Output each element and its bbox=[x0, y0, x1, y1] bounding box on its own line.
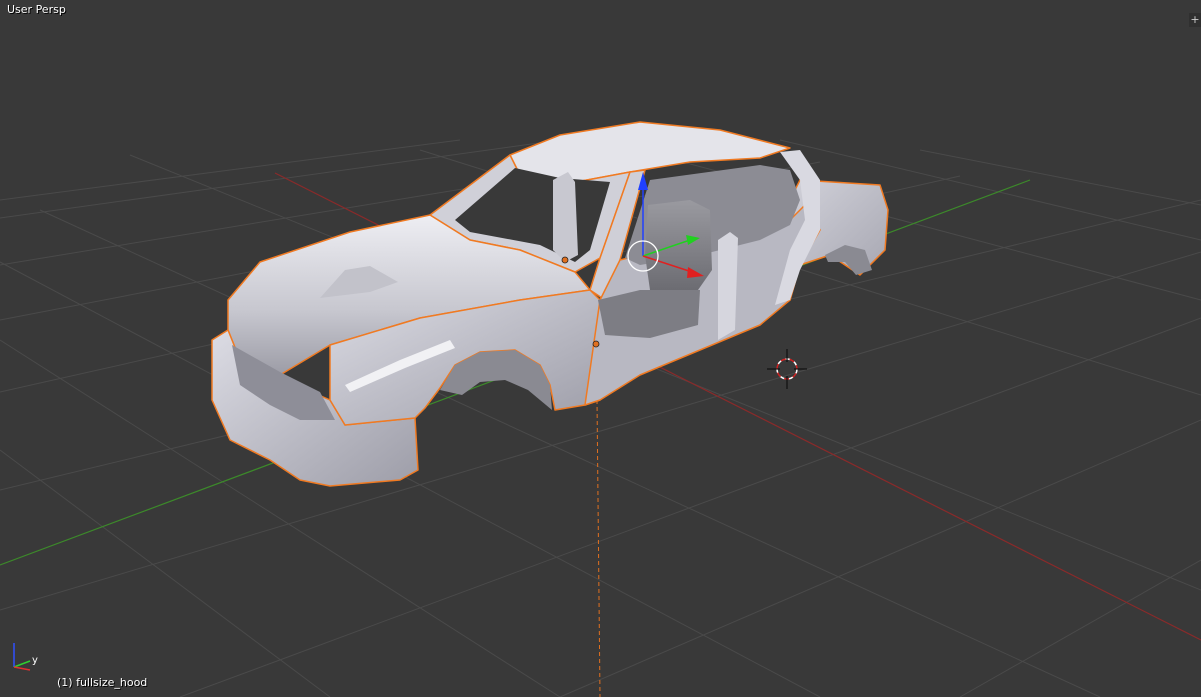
region-expand-handle[interactable]: + bbox=[1189, 13, 1201, 27]
view-name-label: User Persp bbox=[7, 3, 66, 16]
object-origin-dot[interactable] bbox=[561, 256, 569, 264]
b-pillar bbox=[718, 232, 738, 340]
axis-widget-y-label: y bbox=[32, 655, 38, 666]
3d-viewport[interactable]: y User Persp (1) fullsize_hood + bbox=[0, 0, 1201, 697]
seat-back bbox=[645, 200, 712, 290]
origin-relationship-line bbox=[596, 399, 601, 697]
view-axis-widget: y bbox=[13, 643, 38, 671]
object-origin-dot[interactable] bbox=[592, 340, 600, 348]
3d-cursor-icon[interactable] bbox=[767, 349, 807, 389]
rear-pillar-far bbox=[553, 172, 578, 262]
viewport-canvas[interactable]: y bbox=[0, 0, 1201, 697]
active-object-label: (1) fullsize_hood bbox=[57, 676, 148, 689]
